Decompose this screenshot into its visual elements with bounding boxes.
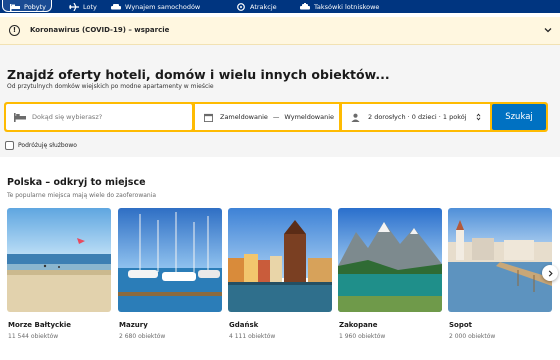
- checkout-label[interactable]: Wymeldowanie: [284, 113, 334, 121]
- search-button[interactable]: Szukaj: [492, 104, 546, 130]
- chevron-down-icon[interactable]: [542, 24, 554, 36]
- chevron-updown-icon: [476, 113, 480, 121]
- destination-count: 4 111 obiektów: [229, 333, 276, 340]
- business-travel-toggle[interactable]: Podróżuję służbowo: [5, 140, 77, 150]
- attractions-icon: [237, 2, 245, 11]
- taxi-icon: [300, 2, 310, 9]
- covid-banner[interactable]: ! Koronawirus (COVID-19) – wsparcie: [0, 17, 560, 45]
- section-title: Polska – odkryj to miejsce: [7, 177, 146, 188]
- destination-count: 2 680 obiektów: [119, 333, 166, 340]
- destination-field[interactable]: [6, 104, 192, 130]
- destination-name: Zakopane: [339, 321, 378, 329]
- destination-name: Sopot: [449, 321, 473, 329]
- nav-item-stays[interactable]: Pobyty: [10, 0, 46, 13]
- destination-count: 11 544 obiektów: [8, 333, 59, 340]
- destination-name: Mazury: [119, 321, 148, 329]
- hero-title: Znajdź oferty hoteli, domów i wielu inny…: [7, 67, 390, 82]
- section-subtitle: Te popularne miejsca mają wiele do zaofe…: [7, 192, 157, 199]
- destination-input[interactable]: [32, 113, 182, 121]
- hero-subtitle: Od przytulnych domków wiejskich po modne…: [7, 83, 214, 90]
- car-icon: [111, 3, 121, 9]
- bed-icon: [14, 113, 26, 122]
- destination-name: Gdańsk: [229, 321, 259, 329]
- plane-icon: [69, 2, 79, 11]
- search-bar: Zameldowanie — Wymeldowanie 2 dorosłych …: [4, 102, 548, 132]
- dates-field[interactable]: Zameldowanie — Wymeldowanie: [195, 104, 339, 130]
- guests-field[interactable]: 2 dorosłych · 0 dzieci · 1 pokój: [342, 104, 490, 130]
- destination-image: [228, 208, 332, 312]
- info-icon: !: [9, 25, 20, 36]
- covid-banner-text: Koronawirus (COVID-19) – wsparcie: [30, 26, 170, 34]
- nav-item-airport-taxis[interactable]: Taksówki lotniskowe: [300, 0, 379, 13]
- business-travel-label: Podróżuję służbowo: [18, 141, 77, 149]
- nav-item-label: Pobyty: [24, 2, 47, 11]
- destination-image: [7, 208, 111, 312]
- nav-item-label: Wynajem samochodów: [125, 2, 201, 11]
- date-separator: —: [272, 113, 280, 121]
- chevron-right-icon: [548, 269, 553, 277]
- nav-item-car-rental[interactable]: Wynajem samochodów: [111, 0, 200, 13]
- guests-summary: 2 dorosłych · 0 dzieci · 1 pokój: [368, 113, 467, 121]
- nav-item-label: Taksówki lotniskowe: [314, 2, 380, 11]
- nav-item-label: Atrakcje: [250, 2, 277, 11]
- nav-item-flights[interactable]: Loty: [69, 0, 97, 13]
- bed-icon: [10, 3, 20, 11]
- destination-image: [338, 208, 442, 312]
- top-nav: Pobyty Loty Wynajem samochodów Atrakcje …: [0, 0, 560, 13]
- destination-card-zakopane[interactable]: Zakopane 1 960 obiektów: [338, 208, 442, 340]
- destination-image: [448, 208, 552, 312]
- destination-card-sopot[interactable]: Sopot 2 000 obiektów: [448, 208, 552, 340]
- destination-card-gdansk[interactable]: Gdańsk 4 111 obiektów: [228, 208, 332, 340]
- nav-item-label: Loty: [83, 2, 97, 11]
- destination-count: 1 960 obiektów: [339, 333, 386, 340]
- carousel-next-button[interactable]: [542, 265, 558, 281]
- nav-item-attractions[interactable]: Atrakcje: [236, 0, 277, 13]
- destination-count: 2 000 obiektów: [449, 333, 496, 340]
- hero-section: Znajdź oferty hoteli, domów i wielu inny…: [0, 45, 560, 157]
- destination-card-mazury[interactable]: Mazury 2 680 obiektów: [118, 208, 222, 340]
- business-travel-checkbox[interactable]: [5, 140, 14, 150]
- destination-name: Morze Bałtyckie: [8, 321, 72, 329]
- person-icon: [351, 113, 360, 122]
- destination-image: [118, 208, 222, 312]
- checkin-label[interactable]: Zameldowanie: [220, 113, 268, 121]
- calendar-icon: [204, 113, 213, 122]
- destination-card-baltic-sea[interactable]: Morze Bałtyckie 11 544 obiektów: [7, 208, 111, 340]
